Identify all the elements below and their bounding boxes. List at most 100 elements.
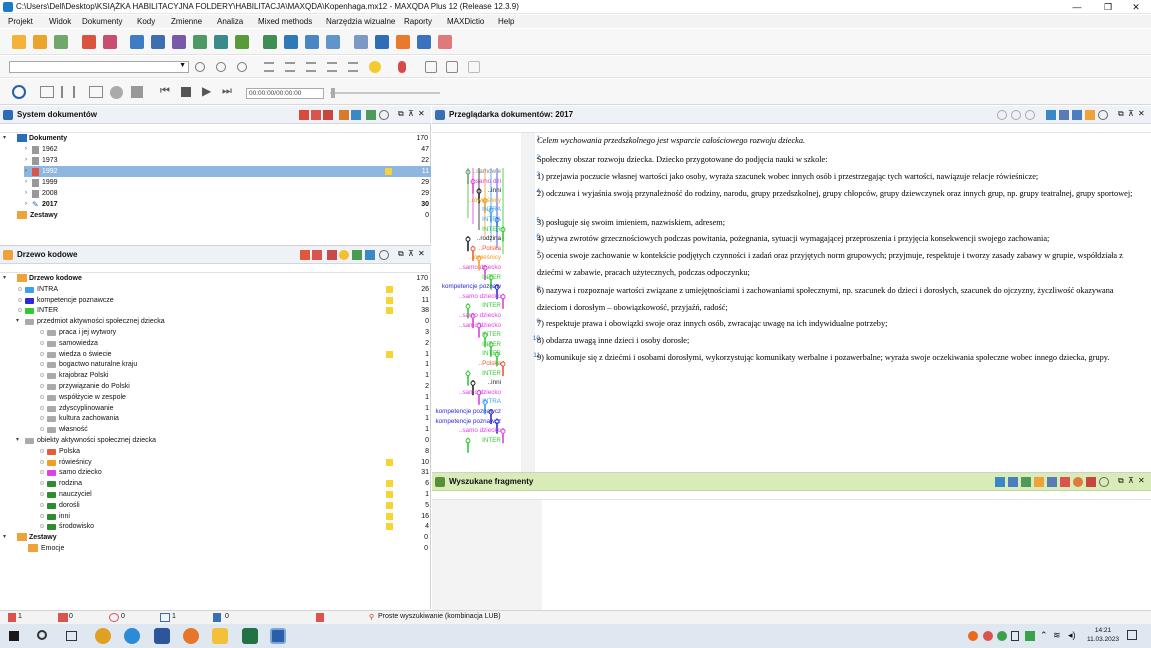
group-toggle-icon[interactable]: › [25, 177, 27, 188]
clock-date[interactable]: 11.03.2023 [1081, 636, 1125, 643]
code-stripe-label[interactable]: INTER [482, 226, 501, 233]
paragraph[interactable]: Społeczny obszar rozwoju dziecka. Dzieck… [537, 151, 1141, 168]
new-code-icon[interactable] [327, 250, 337, 260]
code-stripe-label[interactable]: ..rówieśnicy [468, 197, 501, 204]
code-stripe-label[interactable]: ..inni [488, 187, 501, 194]
menu-zmienne[interactable]: Zmienne [171, 16, 202, 27]
code-stripe-label[interactable]: INTER [482, 370, 501, 377]
code-row[interactable]: środowisko 4 [0, 521, 431, 532]
code-memo-icon[interactable] [386, 491, 393, 498]
maxqda-taskbar-icon[interactable] [270, 628, 286, 644]
battery-icon[interactable] [1011, 631, 1019, 641]
redo-icon[interactable] [103, 35, 117, 49]
retrieved-memo-icon[interactable] [1086, 477, 1096, 487]
code-memo-icon[interactable] [386, 523, 393, 531]
code-stripe-node[interactable] [500, 361, 506, 367]
window-codes-icon[interactable] [284, 35, 298, 49]
expand-toggle-icon[interactable]: ▾ [3, 533, 6, 540]
code-stripe-label[interactable]: ..Polska [479, 360, 501, 367]
paragraph[interactable]: 8) obdarza uwagą inne dzieci i osoby dor… [537, 332, 1141, 349]
search-codes-icon[interactable] [172, 35, 186, 49]
open-doc-icon[interactable] [375, 35, 389, 49]
code-stripe-label[interactable]: kompetencje poznawcz [436, 408, 501, 415]
code-row[interactable]: kompetencje poznawcze 11 [0, 295, 431, 306]
code-stripe-label[interactable]: INTRA [482, 216, 501, 223]
search-docs-icon[interactable] [379, 110, 389, 120]
retrieved-export-icon[interactable] [1021, 477, 1031, 487]
menu-narzedzia-wizualne[interactable]: Narzędzia wizualne [326, 16, 395, 27]
paragraph[interactable]: 2) odczuwa i wyjaśnia swoją przynależnoś… [537, 185, 1141, 202]
forward-icon[interactable]: ⏭ [222, 85, 232, 98]
maximize-button[interactable]: ❐ [1094, 0, 1122, 14]
paragraph[interactable]: 4) używa zwrotów grzecznościowych podcza… [537, 230, 1141, 247]
transcript-icon[interactable] [89, 86, 103, 98]
stop-icon[interactable] [181, 87, 191, 97]
code-stripe-node[interactable] [465, 438, 471, 444]
paragraph[interactable]: 9) komunikuje się z dziećmi i osobami do… [537, 349, 1141, 366]
window-retrieved-icon[interactable] [326, 35, 340, 49]
code-stripe-label[interactable]: kompetencje poznaw [442, 283, 501, 290]
taskbar-search-icon[interactable] [37, 630, 47, 640]
code-stripe-label[interactable]: kompetencje poznawcz [436, 418, 501, 425]
menu-help[interactable]: Help [498, 16, 514, 27]
code-row[interactable]: ▾ obiekty aktywności społecznej dziecka 0 [0, 435, 431, 446]
code-row[interactable]: rówieśnicy 10 [0, 457, 431, 468]
overview-icon[interactable] [130, 35, 144, 49]
activate-all-icon[interactable] [299, 110, 309, 120]
code-row[interactable]: inni 16 [0, 511, 431, 522]
code-table-icon[interactable] [352, 250, 362, 260]
code-row[interactable]: własność 1 [0, 424, 431, 435]
code-row[interactable]: przywiązanie do Polski 2 [0, 381, 431, 392]
code-stripe-label[interactable]: INTRA [482, 206, 501, 213]
group-toggle-icon[interactable]: › [25, 144, 27, 155]
doc-group-row[interactable]: › 1973 22 [0, 155, 431, 166]
menu-raporty[interactable]: Raporty [404, 16, 432, 27]
code-stripe-label[interactable]: ..samo dziecko [459, 312, 501, 319]
memo-marker-icon[interactable] [385, 168, 392, 175]
code-color-icon[interactable] [237, 62, 247, 72]
tray-expand-icon[interactable]: ⌃ [1040, 630, 1048, 641]
save-project-icon[interactable] [54, 35, 68, 49]
table-icon[interactable] [214, 35, 228, 49]
deactivate-codes-icon[interactable] [312, 250, 322, 260]
paragraph[interactable]: 5) ocenia swoje zachowanie w kontekście … [537, 247, 1141, 281]
group-toggle-icon[interactable]: › [25, 166, 27, 177]
doc-table-icon[interactable] [366, 110, 376, 120]
code-stripe-node[interactable] [500, 428, 506, 434]
edge-icon[interactable] [124, 628, 140, 644]
highlight-5-icon[interactable] [348, 62, 358, 72]
retrieved-print-icon[interactable] [1008, 477, 1018, 487]
code-stripe-node[interactable] [470, 246, 476, 252]
code-row[interactable]: nauczyciel 1 [0, 489, 431, 500]
highlight-3-icon[interactable] [306, 62, 316, 72]
menu-kody[interactable]: Kody [137, 16, 155, 27]
undock-icon[interactable]: ⧉ [398, 109, 404, 119]
undo-icon[interactable] [82, 35, 96, 49]
close-pane-icon[interactable]: ✕ [418, 249, 425, 258]
code-row[interactable]: zdyscyplinowanie 1 [0, 403, 431, 414]
code-stripe-node[interactable] [470, 380, 476, 386]
menu-maxdictio[interactable]: MAXDictio [447, 16, 484, 27]
matrix-icon[interactable] [193, 35, 207, 49]
paragraph[interactable]: 1) przejawia poczucie własnej wartości j… [537, 168, 1141, 185]
highlight-2-icon[interactable] [285, 62, 295, 72]
code-stripe-label[interactable]: ..samowie [473, 168, 501, 175]
memo-icon[interactable] [396, 35, 410, 49]
code-memo-icon[interactable] [386, 296, 393, 304]
doc-sets-row[interactable]: Zestawy 0 [0, 210, 431, 221]
minimize-button[interactable]: — [1063, 0, 1091, 14]
sliders-icon[interactable] [61, 86, 75, 98]
expand-toggle-icon[interactable]: ▾ [3, 134, 6, 141]
code-stripe-node[interactable] [465, 371, 471, 377]
code-memo-icon[interactable] [386, 458, 393, 466]
code-stripe-label[interactable]: ..rówieśnicy [468, 254, 501, 261]
pin-icon[interactable] [398, 61, 406, 73]
code-row[interactable]: ▾ przedmiot aktywności społecznej dziecka… [0, 316, 431, 327]
code-stripe-label[interactable]: ..rodzina [477, 235, 501, 242]
rewind-icon[interactable]: ⏮ [160, 85, 170, 98]
pin-pane-icon[interactable]: ⊼ [1128, 476, 1134, 485]
edit-icon[interactable] [417, 35, 431, 49]
status-search-mode[interactable]: Proste wyszukiwanie (kombinacja LUB) [378, 613, 501, 620]
retrieved-pin-icon[interactable] [1073, 477, 1083, 487]
code-tree-root-label[interactable]: Drzewo kodowe [29, 273, 82, 284]
